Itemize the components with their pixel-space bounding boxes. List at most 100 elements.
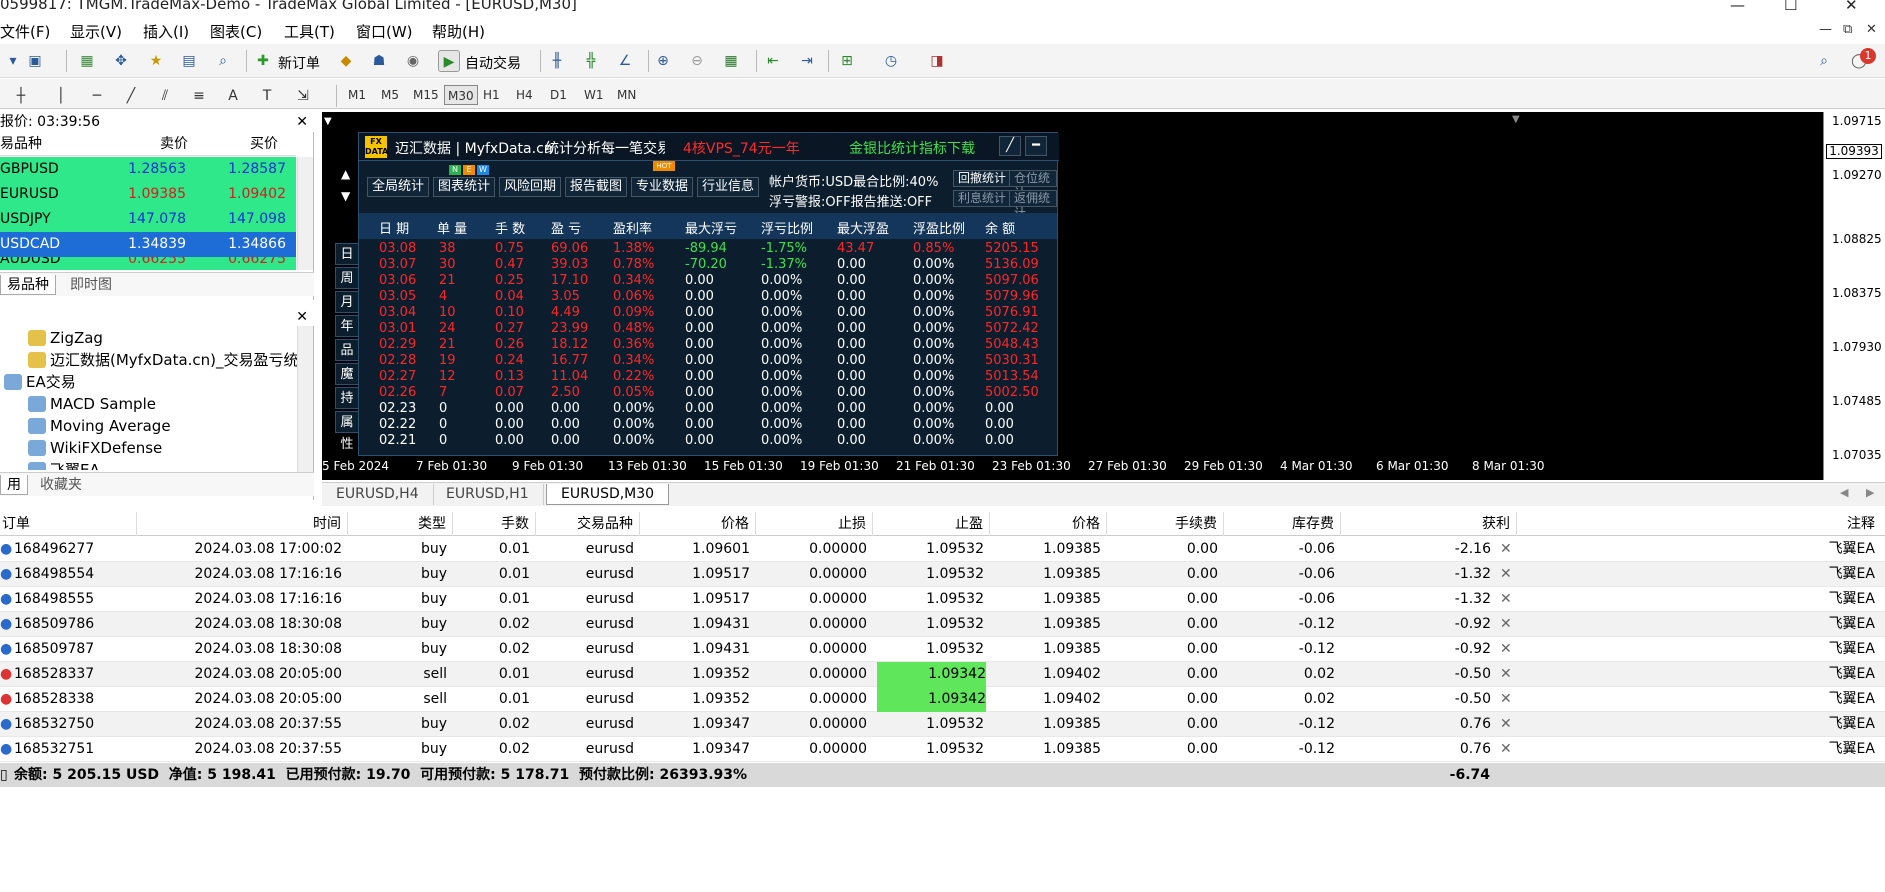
btn-pro-data[interactable]: 专业数据 xyxy=(631,177,694,197)
close-order-icon[interactable]: ✕ xyxy=(1500,562,1512,587)
data-window-icon[interactable]: ▤ xyxy=(178,50,200,72)
side-btn-properties[interactable]: 属性 xyxy=(335,411,359,452)
menu-window[interactable]: 窗口(W) xyxy=(356,21,413,42)
strategy-tester-icon[interactable]: ⌕ xyxy=(212,50,234,72)
mdi-restore-icon[interactable]: ⧉ xyxy=(1843,22,1852,37)
tf-mn[interactable]: MN xyxy=(614,85,639,105)
tf-m15[interactable]: M15 xyxy=(410,85,442,105)
mw-row-gbpusd[interactable]: GBPUSD 1.28563 1.28587 xyxy=(0,157,296,182)
gold-silver-download-link[interactable]: 金银比统计指标下载 xyxy=(849,138,975,158)
col-price[interactable]: 价格 xyxy=(990,512,1107,536)
chart-menu-arrow-icon[interactable]: ▼ xyxy=(324,116,332,127)
trade-row[interactable]: ● 168509786 2024.03.08 18:30:08 buy 0.02 euru… xyxy=(0,612,1885,637)
col-symbol[interactable]: 易品种 xyxy=(0,132,42,156)
side-btn-week[interactable]: 周 xyxy=(335,267,359,289)
side-btn-year[interactable]: 年 xyxy=(335,315,359,337)
nav-item-moving-average[interactable]: Moving Average xyxy=(28,416,171,436)
dropdown-arrow-icon[interactable]: ▾ xyxy=(2,50,24,72)
periods-clock-icon[interactable]: ◷ xyxy=(880,50,902,72)
btn-risk-drawdown[interactable]: 风险回期 xyxy=(499,177,562,197)
chart-shift-icon[interactable]: ⇤ xyxy=(762,50,784,72)
search-icon[interactable]: ⌕ xyxy=(1813,50,1835,72)
vps-promo-link[interactable]: 4核VPS_74元一年 xyxy=(683,138,800,158)
close-order-icon[interactable]: ✕ xyxy=(1500,612,1512,637)
col-type[interactable]: 类型 xyxy=(348,512,453,536)
new-order-icon[interactable]: ✚ xyxy=(252,50,274,72)
close-order-icon[interactable]: ✕ xyxy=(1500,537,1512,562)
btn-chart-stats[interactable]: 图表统计 xyxy=(433,177,496,197)
tab-favorites[interactable]: 收藏夹 xyxy=(34,475,88,495)
text-label-icon[interactable]: T xyxy=(256,85,278,107)
trade-row[interactable]: ● 168528337 2024.03.08 20:05:00 sell 0.01 eur… xyxy=(0,662,1885,687)
tf-m30[interactable]: M30 xyxy=(444,85,478,105)
menu-file[interactable]: 文件(F) xyxy=(0,21,50,42)
col-open-price[interactable]: 价格 xyxy=(640,512,756,536)
tf-h1[interactable]: H1 xyxy=(480,85,503,105)
side-btn-positions[interactable]: 持仓 xyxy=(335,387,359,428)
close-order-icon[interactable]: ✕ xyxy=(1500,637,1512,662)
tab-symbols[interactable]: 易品种 xyxy=(0,275,56,295)
navigator-scrollbar[interactable] xyxy=(297,326,313,472)
templates-icon[interactable]: ◨ xyxy=(926,50,948,72)
close-order-icon[interactable]: ✕ xyxy=(1500,737,1512,762)
trade-row[interactable]: ● 168496277 2024.03.08 17:00:02 buy 0.01 euru… xyxy=(0,537,1885,562)
profiles-icon[interactable]: ▣ xyxy=(24,50,46,72)
btn-global-stats[interactable]: 全局统计 xyxy=(367,177,430,197)
nav-item-wikifx[interactable]: WikiFXDefense xyxy=(28,438,162,458)
btn-position-stats[interactable]: 仓位统计 xyxy=(1009,170,1057,200)
price-axis[interactable]: 1.09715 1.09393 1.09270 1.08825 1.08375 … xyxy=(1823,112,1885,480)
vertical-line-icon[interactable]: │ xyxy=(50,85,72,107)
tf-w1[interactable]: W1 xyxy=(581,85,607,105)
menu-tools[interactable]: 工具(T) xyxy=(284,21,335,42)
indicators-icon[interactable]: ⊞ xyxy=(836,50,858,72)
trade-row[interactable]: ● 168498554 2024.03.08 17:16:16 buy 0.01 euru… xyxy=(0,562,1885,587)
btn-interest-stats[interactable]: 利息统计 xyxy=(953,190,1012,207)
chart-shift-marker-icon[interactable]: ▼ xyxy=(1512,114,1520,125)
crosshair-icon[interactable]: ┼ xyxy=(10,85,32,107)
side-btn-symbol[interactable]: 品种 xyxy=(335,339,359,380)
horizontal-line-icon[interactable]: ─ xyxy=(86,85,108,107)
trade-row[interactable]: ● 168498555 2024.03.08 17:16:16 buy 0.01 euru… xyxy=(0,587,1885,612)
edit-icon[interactable]: ╱ xyxy=(999,136,1021,156)
nav-item-macd[interactable]: MACD Sample xyxy=(28,394,156,414)
mw-row-usdcad[interactable]: USDCAD 1.34839 1.34866 xyxy=(0,232,296,257)
col-sl[interactable]: 止损 xyxy=(756,512,873,536)
arrows-icon[interactable]: ⇲ xyxy=(292,85,314,107)
minimize-button[interactable]: — xyxy=(1730,0,1745,14)
menu-insert[interactable]: 插入(I) xyxy=(143,21,189,42)
menu-view[interactable]: 显示(V) xyxy=(70,21,122,42)
zoom-in-icon[interactable]: ⊕ xyxy=(652,50,674,72)
trade-row[interactable]: ● 168528338 2024.03.08 20:05:00 sell 0.01 eur… xyxy=(0,687,1885,712)
close-order-icon[interactable]: ✕ xyxy=(1500,662,1512,687)
side-btn-day[interactable]: 日 xyxy=(335,243,359,265)
crosshair-navigator-icon[interactable]: ✥ xyxy=(110,50,132,72)
side-btn-month[interactable]: 月 xyxy=(335,291,359,313)
btn-industry-info[interactable]: 行业信息 xyxy=(697,177,760,197)
trade-row[interactable]: ● 168509787 2024.03.08 18:30:08 buy 0.02 euru… xyxy=(0,637,1885,662)
close-window-button[interactable]: ✕ xyxy=(1845,0,1858,14)
col-swap[interactable]: 库存费 xyxy=(1224,512,1341,536)
nav-item-zigzag[interactable]: ZigZag xyxy=(28,328,103,348)
new-order-button[interactable]: 新订单 xyxy=(278,53,320,73)
col-ticket[interactable]: 订单 xyxy=(0,512,137,536)
tab-tick-chart[interactable]: 即时图 xyxy=(64,275,118,295)
tab-common[interactable]: 用 xyxy=(0,475,28,495)
tile-windows-icon[interactable]: ▦ xyxy=(720,50,742,72)
close-icon[interactable]: ✕ xyxy=(296,112,308,132)
col-profit[interactable]: 获利 xyxy=(1341,512,1517,536)
close-icon[interactable]: ✕ xyxy=(296,308,308,326)
trendline-icon[interactable]: ╱ xyxy=(120,85,142,107)
col-time[interactable]: 时间 xyxy=(137,512,348,536)
btn-report-screenshot[interactable]: 报告截图 xyxy=(565,177,628,197)
collapse-icon[interactable]: ━ xyxy=(1025,136,1047,156)
col-symbol[interactable]: 交易品种 xyxy=(536,512,640,536)
mw-row-audusd[interactable]: AUDUSD 0.66255 0.66275 xyxy=(0,257,296,270)
scroll-down-icon[interactable]: ▼ xyxy=(341,189,350,203)
tabs-scroll-right-icon[interactable]: ▶ xyxy=(1866,486,1874,499)
auto-trading-icon[interactable]: ▶ xyxy=(438,50,460,72)
col-ask[interactable]: 买价 xyxy=(250,132,278,156)
chart-tab-eurusd-h1[interactable]: EURUSD,H1 xyxy=(432,484,544,505)
col-commission[interactable]: 手续费 xyxy=(1107,512,1224,536)
btn-rebate-stats[interactable]: 返佣统计 xyxy=(1009,190,1057,220)
col-lots[interactable]: 手数 xyxy=(453,512,536,536)
